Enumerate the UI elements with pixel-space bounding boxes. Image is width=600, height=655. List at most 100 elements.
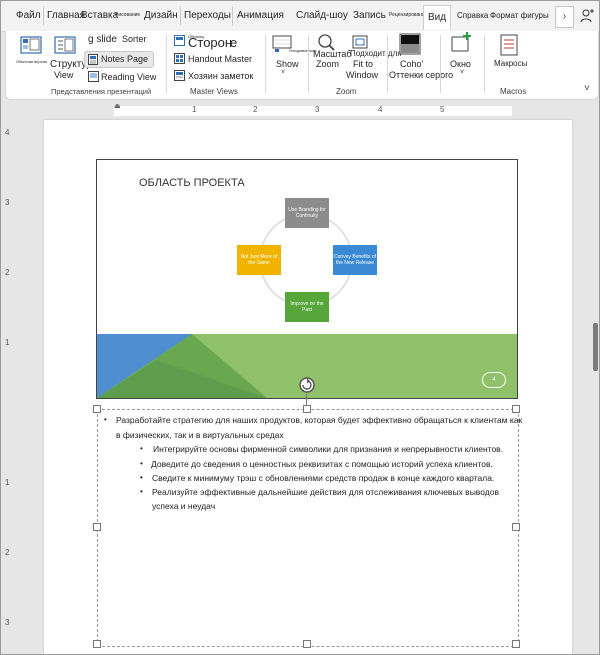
group-zoom: Zoom xyxy=(336,87,357,96)
ruler-tick: 1 xyxy=(5,338,10,347)
resize-handle[interactable] xyxy=(93,523,101,531)
horizontal-ruler: 1 2 3 4 5 ⏏ xyxy=(1,102,599,120)
notes-master-icon[interactable] xyxy=(174,70,185,81)
show-label[interactable]: Show xyxy=(276,59,299,69)
resize-handle[interactable] xyxy=(512,640,520,648)
bullet-icon: • xyxy=(140,473,143,482)
grayscale-label[interactable]: Coho' xyxy=(400,59,423,69)
tab-separator xyxy=(232,7,233,25)
resize-handle[interactable] xyxy=(512,405,520,413)
window-label[interactable]: Окно xyxy=(450,59,471,69)
notes-page-icon xyxy=(88,54,98,65)
share-icon[interactable] xyxy=(579,8,595,24)
slide-sorter-label[interactable]: g slide xyxy=(88,34,117,45)
notes-page-label: Notes Page xyxy=(101,54,149,64)
normal-view-label[interactable]: Обычная версия xyxy=(16,59,47,64)
handout-master-icon[interactable] xyxy=(174,53,185,64)
indent-marker-icon[interactable]: ⏏ xyxy=(114,102,121,110)
slide-master-label-3[interactable]: е xyxy=(230,35,237,50)
rotate-handle-icon[interactable] xyxy=(298,376,316,394)
notes-bullet-item: Интегрируйте основы фирменной символики … xyxy=(153,444,504,454)
bullet-icon: • xyxy=(104,415,107,424)
ruler-tick: 3 xyxy=(5,198,10,207)
group-separator xyxy=(308,35,309,93)
tab-slideshow[interactable]: Слайд-шоу xyxy=(296,10,348,21)
ruler-tick: 2 xyxy=(5,268,10,277)
group-separator xyxy=(265,35,266,93)
resize-handle[interactable] xyxy=(303,640,311,648)
tab-help[interactable]: Справка xyxy=(457,11,488,20)
tab-transitions[interactable]: Переходы xyxy=(184,10,231,21)
resize-handle[interactable] xyxy=(303,405,311,413)
handout-master-label[interactable]: Handout Master xyxy=(188,54,252,64)
slide-number: 4 xyxy=(482,372,506,388)
tab-home[interactable]: Главная xyxy=(47,10,85,21)
group-separator xyxy=(440,35,441,93)
notes-page-button[interactable]: Notes Page xyxy=(84,51,154,68)
ruler-tick: 3 xyxy=(5,618,10,627)
slide-sorter-label-2[interactable]: Sorter xyxy=(122,34,147,44)
zoom-label-2[interactable]: Zoom xyxy=(316,59,339,69)
ruler-tick: 4 xyxy=(378,105,383,114)
notes-master-label[interactable]: Хозяин заметок xyxy=(188,71,253,81)
group-master-views: Master Views xyxy=(190,87,238,96)
ribbon-view: Обычная версия Структура View g slide So… xyxy=(5,31,599,100)
grayscale-icon[interactable] xyxy=(399,33,421,55)
bullet-icon: • xyxy=(140,487,143,496)
collapse-ribbon-icon[interactable]: ˅ xyxy=(584,83,590,94)
resize-handle[interactable] xyxy=(512,523,520,531)
slide-master-label-2[interactable]: Сторон xyxy=(188,35,232,50)
fit-to-window-icon[interactable] xyxy=(352,35,368,49)
fit-to-window-label-2[interactable]: Fit to xyxy=(353,59,373,69)
resize-handle[interactable] xyxy=(93,405,101,413)
normal-view-icon[interactable] xyxy=(20,36,42,54)
reading-view-label[interactable]: Reading View xyxy=(101,72,156,82)
tab-draw[interactable]: Рисование xyxy=(115,12,140,18)
outline-view-icon[interactable] xyxy=(54,36,76,54)
diagram-node-top: Use Branding for Continuity xyxy=(285,198,329,228)
fit-to-window-label-3[interactable]: Window xyxy=(346,70,378,80)
tab-record[interactable]: Запись xyxy=(353,10,386,21)
diagram-node-left: Not Just More of the Same xyxy=(237,245,281,275)
resize-handle[interactable] xyxy=(93,640,101,648)
show-dropdown-icon[interactable]: ˅ xyxy=(281,69,285,76)
bullet-icon: • xyxy=(140,459,143,468)
window-dropdown-icon[interactable]: ˅ xyxy=(460,69,464,76)
tab-review[interactable]: Рецензирование xyxy=(389,12,428,18)
outline-view-label-2[interactable]: View xyxy=(54,70,73,80)
ruler-work-area xyxy=(114,106,512,116)
group-separator xyxy=(387,35,388,93)
ruler-tick: 4 xyxy=(5,128,10,137)
tab-animations[interactable]: Анимация xyxy=(237,10,284,21)
slide-image[interactable]: ОБЛАСТЬ ПРОЕКТА Use Branding for Continu… xyxy=(96,159,518,399)
tab-insert[interactable]: Вставка xyxy=(81,10,118,21)
tab-view[interactable]: Вид xyxy=(423,5,452,30)
fit-to-window-label[interactable]: Подходит для xyxy=(350,49,402,58)
zoom-label[interactable]: Масштаб xyxy=(313,49,352,59)
ruler-tick: 2 xyxy=(253,105,258,114)
grayscale-label-2[interactable]: Оттенки серого xyxy=(389,70,453,80)
tab-shape-format[interactable]: Формат фигуры xyxy=(490,11,549,20)
tab-separator xyxy=(180,7,181,25)
new-window-icon[interactable] xyxy=(451,31,473,53)
notes-text-line: Разработайте стратегию для наших продукт… xyxy=(116,415,523,425)
group-separator xyxy=(166,35,167,93)
bullet-icon: • xyxy=(140,444,143,453)
tab-separator xyxy=(43,7,44,25)
notes-bullet-item: Сведите к минимуму трэш с обновлениями с… xyxy=(152,473,495,483)
notes-bullet-item: Доведите до сведения о ценностных реквиз… xyxy=(151,459,493,469)
ruler-tick: 1 xyxy=(5,478,10,487)
slide-master-icon[interactable] xyxy=(174,35,185,46)
tab-design[interactable]: Дизайн xyxy=(144,10,178,21)
tab-file[interactable]: Файл xyxy=(16,10,41,21)
slide-graphics xyxy=(97,213,517,398)
macros-icon[interactable] xyxy=(500,34,520,56)
more-tabs-button[interactable]: › xyxy=(555,6,574,28)
vertical-scrollbar[interactable] xyxy=(593,323,598,371)
ruler-tick: 2 xyxy=(5,548,10,557)
macros-label[interactable]: Макросы xyxy=(494,59,527,68)
vertical-ruler: 4 3 2 1 1 2 3 xyxy=(1,120,15,654)
reading-view-icon[interactable] xyxy=(88,71,99,82)
notes-bullet-item: Реализуйте эффективные дальнейшие действ… xyxy=(152,487,499,497)
diagram-node-bottom: Improve on the Past xyxy=(285,292,329,322)
